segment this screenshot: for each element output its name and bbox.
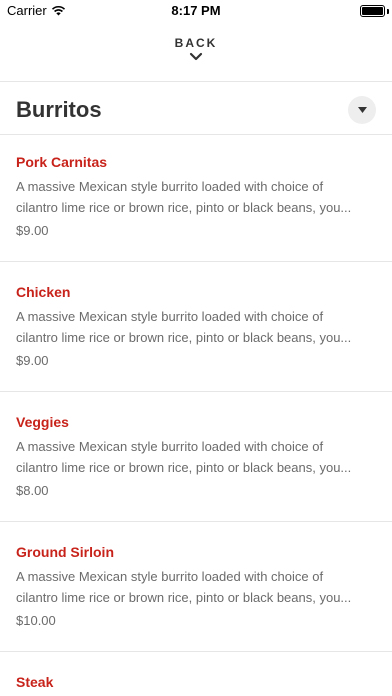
back-label: BACK <box>174 36 218 50</box>
item-name: Veggies <box>16 414 69 430</box>
item-divider <box>0 261 392 262</box>
section-header: Burritos <box>16 90 376 130</box>
item-price: $10.00 <box>16 613 56 628</box>
menu-item-steak[interactable]: Steak <box>0 654 392 696</box>
caret-down-icon <box>357 107 367 113</box>
status-bar: Carrier 8:17 PM <box>0 0 392 22</box>
item-description: A massive Mexican style burrito loaded w… <box>16 309 352 345</box>
item-description: A massive Mexican style burrito loaded w… <box>16 569 352 605</box>
item-description: A massive Mexican style burrito loaded w… <box>16 179 352 215</box>
menu-item-ground-sirloin[interactable]: Ground Sirloin A massive Mexican style b… <box>0 524 392 651</box>
item-name: Chicken <box>16 284 71 300</box>
section-dropdown-button[interactable] <box>348 96 376 124</box>
item-name: Steak <box>16 674 54 690</box>
battery-tip <box>387 9 389 14</box>
chevron-down-icon <box>189 52 203 61</box>
item-description: A massive Mexican style burrito loaded w… <box>16 439 352 475</box>
battery-icon <box>360 5 385 17</box>
back-button[interactable]: BACK <box>0 36 392 74</box>
item-name: Ground Sirloin <box>16 544 114 560</box>
item-name: Pork Carnitas <box>16 154 108 170</box>
item-divider <box>0 391 392 392</box>
item-divider <box>0 651 392 652</box>
menu-item-chicken[interactable]: Chicken A massive Mexican style burrito … <box>0 264 392 391</box>
item-divider <box>0 521 392 522</box>
item-price: $8.00 <box>16 483 49 498</box>
item-price: $9.00 <box>16 223 49 238</box>
menu-item-veggies[interactable]: Veggies A massive Mexican style burrito … <box>0 394 392 521</box>
section-title: Burritos <box>16 97 102 122</box>
status-time: 8:17 PM <box>171 3 221 18</box>
header-divider <box>0 81 392 82</box>
item-price: $9.00 <box>16 353 49 368</box>
menu-item-pork-carnitas[interactable]: Pork Carnitas A massive Mexican style bu… <box>0 134 392 261</box>
